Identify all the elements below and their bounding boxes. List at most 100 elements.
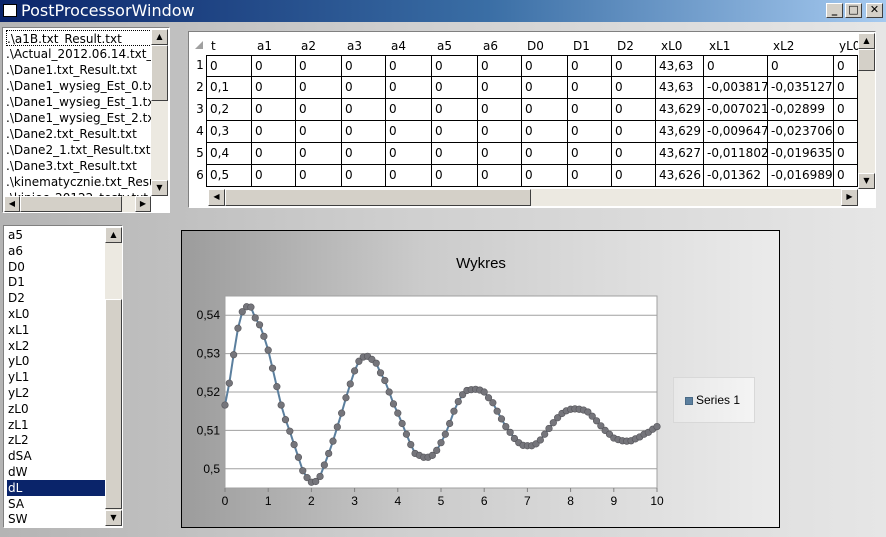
column-list-item[interactable]: dL [7, 479, 105, 496]
scroll-left-icon[interactable]: ◀ [4, 196, 20, 212]
table-cell[interactable]: 0 [478, 99, 522, 121]
table-cell[interactable]: 0 [342, 165, 386, 187]
close-button[interactable]: ✕ [866, 3, 883, 18]
table-cell[interactable]: 0 [432, 99, 478, 121]
scroll-thumb[interactable] [20, 196, 122, 212]
table-cell[interactable]: 0 [478, 55, 522, 77]
table-cell[interactable]: -0,035127 [768, 77, 834, 99]
column-header[interactable]: xL2 [773, 37, 794, 55]
column-list-item[interactable]: a5 [7, 227, 105, 243]
table-cell[interactable]: 0 [612, 143, 656, 165]
file-list-item[interactable]: .\Dane1_wysieg_Est_2.txt [6, 110, 152, 126]
table-cell[interactable]: -0,003817 [704, 77, 768, 99]
table-cell[interactable]: 0 [522, 55, 568, 77]
table-cell[interactable]: 0 [522, 121, 568, 143]
column-list-item[interactable]: D0 [7, 259, 105, 275]
scroll-right-icon[interactable]: ▶ [135, 196, 151, 212]
scroll-thumb[interactable] [105, 299, 122, 509]
column-list-item[interactable]: yL2 [7, 385, 105, 401]
table-cell[interactable]: 0 [432, 55, 478, 77]
file-list-item[interactable]: .\Dane1.txt_Result.txt [6, 62, 152, 78]
table-cell[interactable]: 0,3 [206, 121, 252, 143]
column-list-item[interactable]: SW [7, 511, 105, 527]
table-cell[interactable]: 0 [252, 143, 296, 165]
table-cell[interactable]: 0 [296, 99, 342, 121]
column-list-item[interactable]: dSA [7, 448, 105, 464]
column-header[interactable]: xL0 [661, 37, 682, 55]
column-list-item[interactable]: zL0 [7, 401, 105, 417]
table-cell[interactable]: 0 [522, 99, 568, 121]
scroll-thumb[interactable] [225, 189, 531, 206]
table-cell[interactable]: 0 [834, 99, 858, 121]
table-cell[interactable]: 0 [342, 99, 386, 121]
file-list-item[interactable]: .\Dane2.txt_Result.txt [6, 126, 152, 142]
table-cell[interactable]: -0,02899 [768, 99, 834, 121]
table-cell[interactable]: 0 [386, 143, 432, 165]
column-list-item[interactable]: xL1 [7, 322, 105, 338]
table-cell[interactable]: 43,63 [656, 77, 704, 99]
column-list[interactable]: a5 a6 D0 D1 D2 xL0 xL1 xL2 yL0 yL1 yL2 zL0 zL1 zL2 dSA… [3, 225, 123, 528]
maximize-button[interactable]: □ [845, 3, 862, 18]
table-cell[interactable]: 0 [522, 143, 568, 165]
table-cell[interactable]: 0 [432, 77, 478, 99]
table-cell[interactable]: 0 [252, 99, 296, 121]
column-header[interactable]: t [211, 37, 216, 55]
file-list-item[interactable]: .\Dane2_1.txt_Result.txt [6, 142, 152, 158]
column-header[interactable]: a1 [257, 37, 272, 55]
table-cell[interactable]: 0 [612, 121, 656, 143]
data-grid[interactable]: t a1 a2 a3 a4 a5 a6 D0 D1 D2 xL0 xL1 xL2 yL0 10000000… [188, 31, 876, 208]
minimize-button[interactable]: _ [826, 3, 843, 18]
column-header[interactable]: xL1 [709, 37, 730, 55]
table-cell[interactable]: 0 [386, 121, 432, 143]
table-cell[interactable]: 0 [296, 143, 342, 165]
file-list-hscrollbar[interactable]: ◀ ▶ [4, 196, 151, 212]
file-list-item[interactable]: .\Actual_2012.06.14.txt_ [6, 46, 152, 62]
table-cell[interactable]: 0 [252, 55, 296, 77]
table-cell[interactable]: 0 [834, 121, 858, 143]
table-cell[interactable]: 0 [252, 121, 296, 143]
table-cell[interactable]: 0 [768, 55, 834, 77]
table-cell[interactable]: 0 [342, 77, 386, 99]
table-cell[interactable]: 0 [522, 165, 568, 187]
table-cell[interactable]: 0 [834, 77, 858, 99]
table-cell[interactable]: 0,5 [206, 165, 252, 187]
column-header[interactable]: a4 [391, 37, 406, 55]
table-cell[interactable]: 0 [478, 121, 522, 143]
table-cell[interactable]: 0 [478, 77, 522, 99]
scroll-up-icon[interactable]: ▲ [105, 227, 122, 243]
table-cell[interactable]: -0,019635 [768, 143, 834, 165]
column-header[interactable]: a3 [347, 37, 362, 55]
table-cell[interactable]: 0,4 [206, 143, 252, 165]
table-cell[interactable]: 0 [296, 165, 342, 187]
scroll-left-icon[interactable]: ◀ [208, 189, 225, 206]
table-cell[interactable]: 0 [206, 55, 252, 77]
table-cell[interactable]: 0 [296, 77, 342, 99]
table-cell[interactable]: 0 [568, 121, 612, 143]
table-cell[interactable]: 0 [834, 143, 858, 165]
file-list-item[interactable]: .\a1B.txt_Result.txt [6, 30, 152, 46]
table-cell[interactable]: 0 [296, 121, 342, 143]
table-cell[interactable]: 0 [834, 165, 858, 187]
table-cell[interactable]: 0 [612, 165, 656, 187]
column-header[interactable]: D1 [573, 37, 590, 55]
table-cell[interactable]: 0 [568, 165, 612, 187]
table-cell[interactable]: 0 [386, 55, 432, 77]
column-list-vscrollbar[interactable]: ▲ ▼ [105, 227, 122, 526]
scroll-thumb[interactable] [151, 45, 168, 101]
table-cell[interactable]: 0,1 [206, 77, 252, 99]
table-cell[interactable]: -0,01362 [704, 165, 768, 187]
table-cell[interactable]: 0 [342, 121, 386, 143]
column-header[interactable]: D0 [527, 37, 544, 55]
table-cell[interactable]: 0 [478, 165, 522, 187]
file-list-item[interactable]: .\Dane1_wysieg_Est_1.txt [6, 94, 152, 110]
table-cell[interactable]: -0,011802 [704, 143, 768, 165]
table-cell[interactable]: 0 [386, 77, 432, 99]
scroll-right-icon[interactable]: ▶ [841, 189, 858, 206]
table-cell[interactable]: 0 [612, 55, 656, 77]
table-cell[interactable]: -0,016989 [768, 165, 834, 187]
column-header[interactable]: a5 [437, 37, 452, 55]
table-cell[interactable]: 0 [612, 99, 656, 121]
table-cell[interactable]: 0 [432, 121, 478, 143]
table-cell[interactable]: 0 [252, 77, 296, 99]
scroll-up-icon[interactable]: ▲ [151, 29, 168, 45]
